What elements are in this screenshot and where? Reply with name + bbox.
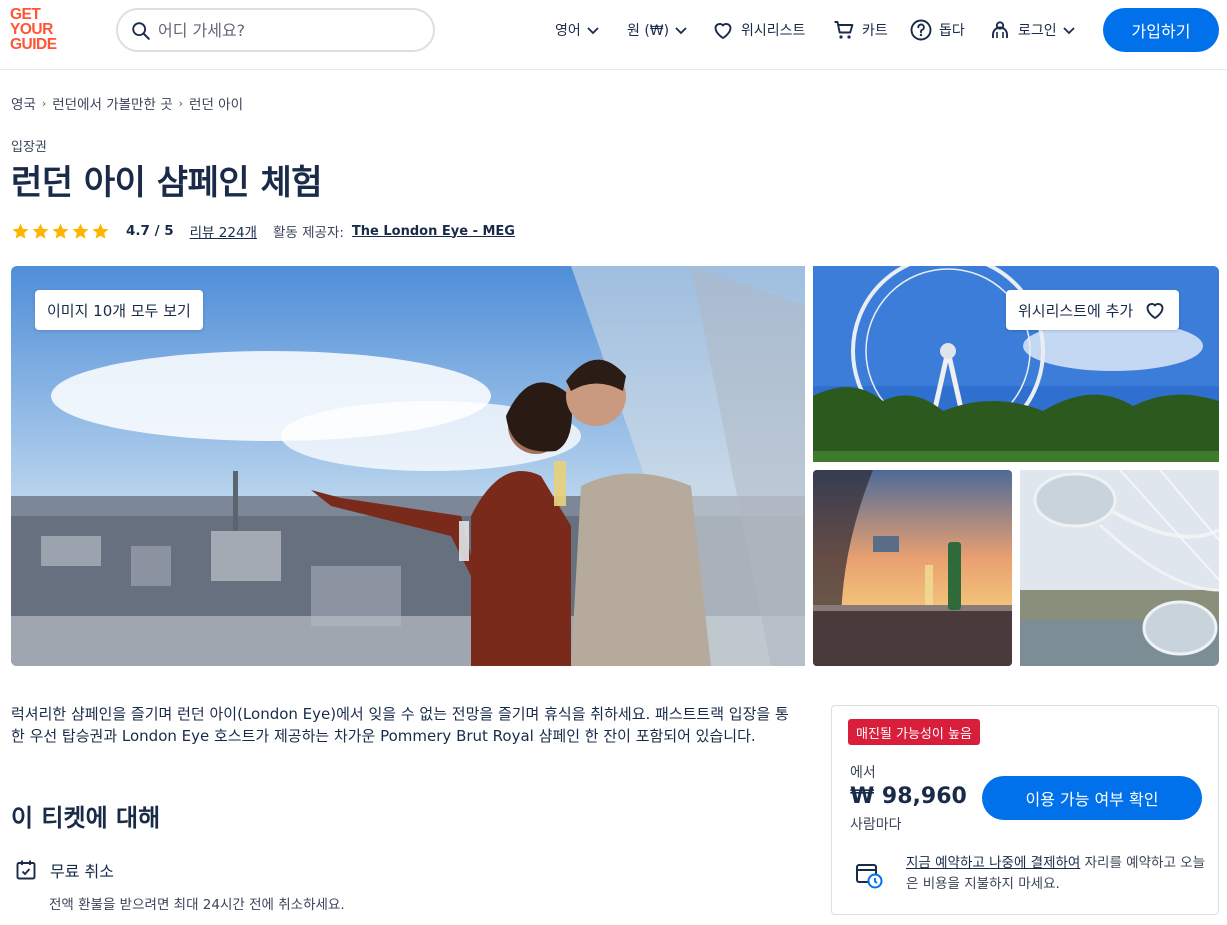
reserve-now-pay-later-text: 지금 예약하고 나중에 결제하여 자리를 예약하고 오늘은 비용을 지불하지 마… <box>906 853 1206 895</box>
currency-selector[interactable]: 원 (₩) <box>627 18 689 42</box>
chevron-down-icon <box>587 27 599 35</box>
help-icon <box>910 19 932 41</box>
login-menu[interactable]: 로그인 <box>988 18 1077 42</box>
rating-row: 4.7 / 5 리뷰 224개 활동 제공자: The London Eye -… <box>11 220 515 242</box>
cart-label: 카트 <box>862 23 888 39</box>
reserve-now-pay-later-link[interactable]: 지금 예약하고 나중에 결제하여 <box>906 855 1080 871</box>
logo-line-1: GET <box>10 6 41 23</box>
check-availability-button[interactable]: 이용 가능 여부 확인 <box>982 776 1202 820</box>
add-to-wishlist-button[interactable]: 위시리스트에 추가 <box>1006 290 1180 330</box>
likely-sell-out-badge: 매진될 가능성이 높음 <box>848 719 980 745</box>
provider-label: 활동 제공자: <box>272 225 344 241</box>
getyourguide-logo[interactable]: GET YOUR GUIDE <box>10 6 70 53</box>
currency-label: 원 (₩) <box>627 23 670 39</box>
breadcrumb-separator-icon: › <box>178 96 184 110</box>
heart-icon <box>1146 303 1164 320</box>
star-icon <box>12 223 29 239</box>
breadcrumb: 영국 › 런던에서 가볼만한 곳 › 런던 아이 <box>11 93 243 114</box>
cart-link[interactable]: 카트 <box>832 18 888 42</box>
language-selector[interactable]: 영어 <box>555 18 601 42</box>
price-per-person-label: 사람마다 <box>850 817 902 833</box>
wishlist-link[interactable]: 위시리스트 <box>711 18 805 42</box>
language-label: 영어 <box>555 23 581 39</box>
about-ticket-title: 이 티켓에 대해 <box>11 804 161 832</box>
cart-icon <box>834 21 854 39</box>
header: GET YOUR GUIDE 영어 원 (₩) 위시리스트 카트 돕다 로그인 … <box>0 0 1227 70</box>
feature-title: 무료 취소 <box>50 862 114 881</box>
star-icon <box>92 223 109 239</box>
star-icon <box>52 223 69 239</box>
signup-button[interactable]: 가입하기 <box>1103 8 1219 52</box>
search-box[interactable] <box>116 8 435 52</box>
logo-line-2: YOUR <box>10 21 53 38</box>
logo-line-3: GUIDE <box>10 36 57 53</box>
login-label: 로그인 <box>1018 23 1057 39</box>
breadcrumb-separator-icon: › <box>41 96 47 110</box>
rating-value: 4.7 / 5 <box>126 223 174 239</box>
feature-free-cancellation: 무료 취소 <box>14 858 114 882</box>
page-title: 런던 아이 샴페인 체험 <box>11 163 323 203</box>
star-icon <box>32 223 49 239</box>
chevron-down-icon <box>1063 27 1075 35</box>
photo-london-eye-capsule[interactable] <box>1020 470 1219 666</box>
user-group-icon <box>992 21 1008 38</box>
photo-sunset-champagne[interactable] <box>813 470 1012 666</box>
breadcrumb-item[interactable]: 런던 아이 <box>189 93 243 113</box>
heart-icon <box>714 23 732 40</box>
booking-panel: 매진될 가능성이 높음 에서 ₩ 98,960 사람마다 이용 가능 여부 확인… <box>831 705 1219 915</box>
search-icon <box>132 22 150 40</box>
calendar-clock-icon <box>856 864 883 889</box>
provider-link[interactable]: The London Eye - MEG <box>352 224 515 239</box>
price-from-label: 에서 <box>850 765 876 781</box>
feature-subtitle: 전액 환불을 받으려면 최대 24시간 전에 취소하세요. <box>49 897 345 913</box>
calendar-check-icon <box>16 860 36 880</box>
activity-description: 럭셔리한 샴페인을 즐기며 런던 아이(London Eye)에서 잊을 수 없… <box>11 705 789 745</box>
add-to-wishlist-label: 위시리스트에 추가 <box>1018 301 1134 320</box>
breadcrumb-item[interactable]: 영국 <box>11 93 36 113</box>
view-all-images-button[interactable]: 이미지 10개 모두 보기 <box>35 290 203 330</box>
price-value: ₩ 98,960 <box>850 784 967 809</box>
reviews-link[interactable]: 리뷰 224개 <box>190 221 257 241</box>
search-input[interactable] <box>158 18 418 42</box>
activity-category: 입장권 <box>11 140 47 155</box>
breadcrumb-item[interactable]: 런던에서 가볼만한 곳 <box>52 93 172 113</box>
wishlist-label: 위시리스트 <box>741 23 806 39</box>
help-link[interactable]: 돕다 <box>909 18 965 42</box>
chevron-down-icon <box>675 27 687 35</box>
star-rating <box>11 222 110 241</box>
help-label: 돕다 <box>939 23 965 39</box>
star-icon <box>72 223 89 239</box>
